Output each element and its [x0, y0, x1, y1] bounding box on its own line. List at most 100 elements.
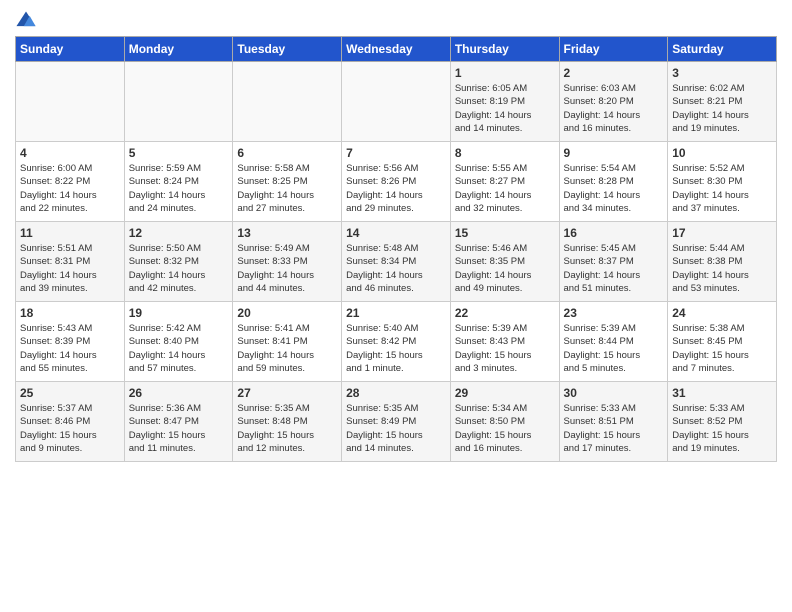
day-info: Sunrise: 5:48 AM Sunset: 8:34 PM Dayligh…: [346, 242, 446, 295]
calendar-cell: 20 Sunrise: 5:41 AM Sunset: 8:41 PM Dayli…: [233, 302, 342, 382]
day-number: 16: [564, 226, 664, 240]
day-info: Sunrise: 5:36 AM Sunset: 8:47 PM Dayligh…: [129, 402, 229, 455]
day-number: 2: [564, 66, 664, 80]
calendar-cell: 25 Sunrise: 5:37 AM Sunset: 8:46 PM Dayli…: [16, 382, 125, 462]
day-number: 20: [237, 306, 337, 320]
page-container: SundayMondayTuesdayWednesdayThursdayFrid…: [0, 0, 792, 470]
day-number: 27: [237, 386, 337, 400]
calendar-cell: 13 Sunrise: 5:49 AM Sunset: 8:33 PM Dayli…: [233, 222, 342, 302]
logo-icon: [15, 10, 37, 32]
day-number: 10: [672, 146, 772, 160]
weekday-header-row: SundayMondayTuesdayWednesdayThursdayFrid…: [16, 37, 777, 62]
day-info: Sunrise: 5:50 AM Sunset: 8:32 PM Dayligh…: [129, 242, 229, 295]
weekday-header-monday: Monday: [124, 37, 233, 62]
calendar-cell: 11 Sunrise: 5:51 AM Sunset: 8:31 PM Dayli…: [16, 222, 125, 302]
calendar-cell: 22 Sunrise: 5:39 AM Sunset: 8:43 PM Dayli…: [450, 302, 559, 382]
calendar-cell: 23Sunrise: 5:39 AM Sunset: 8:44 PM Dayli…: [559, 302, 668, 382]
weekday-header-sunday: Sunday: [16, 37, 125, 62]
calendar-week-row: 11 Sunrise: 5:51 AM Sunset: 8:31 PM Dayli…: [16, 222, 777, 302]
calendar-cell: [124, 62, 233, 142]
calendar-table: SundayMondayTuesdayWednesdayThursdayFrid…: [15, 36, 777, 462]
calendar-cell: 28Sunrise: 5:35 AM Sunset: 8:49 PM Dayli…: [342, 382, 451, 462]
calendar-cell: 4Sunrise: 6:00 AM Sunset: 8:22 PM Daylig…: [16, 142, 125, 222]
day-info: Sunrise: 6:02 AM Sunset: 8:21 PM Dayligh…: [672, 82, 772, 135]
day-info: Sunrise: 5:46 AM Sunset: 8:35 PM Dayligh…: [455, 242, 555, 295]
calendar-cell: 30 Sunrise: 5:33 AM Sunset: 8:51 PM Dayli…: [559, 382, 668, 462]
day-number: 15: [455, 226, 555, 240]
day-number: 5: [129, 146, 229, 160]
calendar-cell: 27 Sunrise: 5:35 AM Sunset: 8:48 PM Dayli…: [233, 382, 342, 462]
logo: [15, 10, 39, 32]
day-info: Sunrise: 5:39 AM Sunset: 8:44 PM Dayligh…: [564, 322, 664, 375]
calendar-cell: 7 Sunrise: 5:56 AM Sunset: 8:26 PM Daylig…: [342, 142, 451, 222]
day-number: 22: [455, 306, 555, 320]
day-number: 25: [20, 386, 120, 400]
day-number: 1: [455, 66, 555, 80]
calendar-week-row: 25 Sunrise: 5:37 AM Sunset: 8:46 PM Dayli…: [16, 382, 777, 462]
day-number: 24: [672, 306, 772, 320]
calendar-cell: 31 Sunrise: 5:33 AM Sunset: 8:52 PM Dayli…: [668, 382, 777, 462]
day-info: Sunrise: 5:49 AM Sunset: 8:33 PM Dayligh…: [237, 242, 337, 295]
day-number: 21: [346, 306, 446, 320]
day-info: Sunrise: 5:34 AM Sunset: 8:50 PM Dayligh…: [455, 402, 555, 455]
calendar-cell: [342, 62, 451, 142]
day-number: 6: [237, 146, 337, 160]
calendar-cell: 15 Sunrise: 5:46 AM Sunset: 8:35 PM Dayli…: [450, 222, 559, 302]
day-number: 26: [129, 386, 229, 400]
calendar-cell: [16, 62, 125, 142]
day-number: 19: [129, 306, 229, 320]
day-info: Sunrise: 5:33 AM Sunset: 8:51 PM Dayligh…: [564, 402, 664, 455]
calendar-cell: [233, 62, 342, 142]
day-number: 31: [672, 386, 772, 400]
header: [15, 10, 777, 32]
calendar-cell: 3 Sunrise: 6:02 AM Sunset: 8:21 PM Daylig…: [668, 62, 777, 142]
day-number: 8: [455, 146, 555, 160]
calendar-cell: 16Sunrise: 5:45 AM Sunset: 8:37 PM Dayli…: [559, 222, 668, 302]
day-info: Sunrise: 5:55 AM Sunset: 8:27 PM Dayligh…: [455, 162, 555, 215]
day-number: 4: [20, 146, 120, 160]
day-number: 17: [672, 226, 772, 240]
calendar-cell: 9 Sunrise: 5:54 AM Sunset: 8:28 PM Daylig…: [559, 142, 668, 222]
day-info: Sunrise: 5:33 AM Sunset: 8:52 PM Dayligh…: [672, 402, 772, 455]
day-info: Sunrise: 5:58 AM Sunset: 8:25 PM Dayligh…: [237, 162, 337, 215]
calendar-cell: 6 Sunrise: 5:58 AM Sunset: 8:25 PM Daylig…: [233, 142, 342, 222]
day-info: Sunrise: 5:43 AM Sunset: 8:39 PM Dayligh…: [20, 322, 120, 375]
calendar-cell: 12 Sunrise: 5:50 AM Sunset: 8:32 PM Dayli…: [124, 222, 233, 302]
day-info: Sunrise: 5:51 AM Sunset: 8:31 PM Dayligh…: [20, 242, 120, 295]
calendar-cell: 17Sunrise: 5:44 AM Sunset: 8:38 PM Dayli…: [668, 222, 777, 302]
calendar-cell: 29 Sunrise: 5:34 AM Sunset: 8:50 PM Dayli…: [450, 382, 559, 462]
day-number: 18: [20, 306, 120, 320]
calendar-cell: 24 Sunrise: 5:38 AM Sunset: 8:45 PM Dayli…: [668, 302, 777, 382]
day-info: Sunrise: 6:03 AM Sunset: 8:20 PM Dayligh…: [564, 82, 664, 135]
weekday-header-friday: Friday: [559, 37, 668, 62]
day-number: 9: [564, 146, 664, 160]
day-number: 30: [564, 386, 664, 400]
day-info: Sunrise: 5:37 AM Sunset: 8:46 PM Dayligh…: [20, 402, 120, 455]
calendar-week-row: 18 Sunrise: 5:43 AM Sunset: 8:39 PM Dayli…: [16, 302, 777, 382]
day-info: Sunrise: 5:54 AM Sunset: 8:28 PM Dayligh…: [564, 162, 664, 215]
calendar-week-row: 4Sunrise: 6:00 AM Sunset: 8:22 PM Daylig…: [16, 142, 777, 222]
weekday-header-saturday: Saturday: [668, 37, 777, 62]
day-number: 7: [346, 146, 446, 160]
calendar-week-row: 1Sunrise: 6:05 AM Sunset: 8:19 PM Daylig…: [16, 62, 777, 142]
calendar-cell: 26 Sunrise: 5:36 AM Sunset: 8:47 PM Dayli…: [124, 382, 233, 462]
calendar-cell: 21Sunrise: 5:40 AM Sunset: 8:42 PM Dayli…: [342, 302, 451, 382]
weekday-header-tuesday: Tuesday: [233, 37, 342, 62]
day-info: Sunrise: 5:38 AM Sunset: 8:45 PM Dayligh…: [672, 322, 772, 375]
day-info: Sunrise: 5:56 AM Sunset: 8:26 PM Dayligh…: [346, 162, 446, 215]
day-number: 13: [237, 226, 337, 240]
day-number: 12: [129, 226, 229, 240]
day-info: Sunrise: 5:59 AM Sunset: 8:24 PM Dayligh…: [129, 162, 229, 215]
calendar-cell: 14Sunrise: 5:48 AM Sunset: 8:34 PM Dayli…: [342, 222, 451, 302]
day-number: 11: [20, 226, 120, 240]
day-number: 29: [455, 386, 555, 400]
calendar-cell: 10 Sunrise: 5:52 AM Sunset: 8:30 PM Dayli…: [668, 142, 777, 222]
day-info: Sunrise: 5:52 AM Sunset: 8:30 PM Dayligh…: [672, 162, 772, 215]
day-info: Sunrise: 5:35 AM Sunset: 8:48 PM Dayligh…: [237, 402, 337, 455]
weekday-header-thursday: Thursday: [450, 37, 559, 62]
day-info: Sunrise: 5:41 AM Sunset: 8:41 PM Dayligh…: [237, 322, 337, 375]
weekday-header-wednesday: Wednesday: [342, 37, 451, 62]
calendar-cell: 1Sunrise: 6:05 AM Sunset: 8:19 PM Daylig…: [450, 62, 559, 142]
day-info: Sunrise: 5:39 AM Sunset: 8:43 PM Dayligh…: [455, 322, 555, 375]
day-number: 3: [672, 66, 772, 80]
